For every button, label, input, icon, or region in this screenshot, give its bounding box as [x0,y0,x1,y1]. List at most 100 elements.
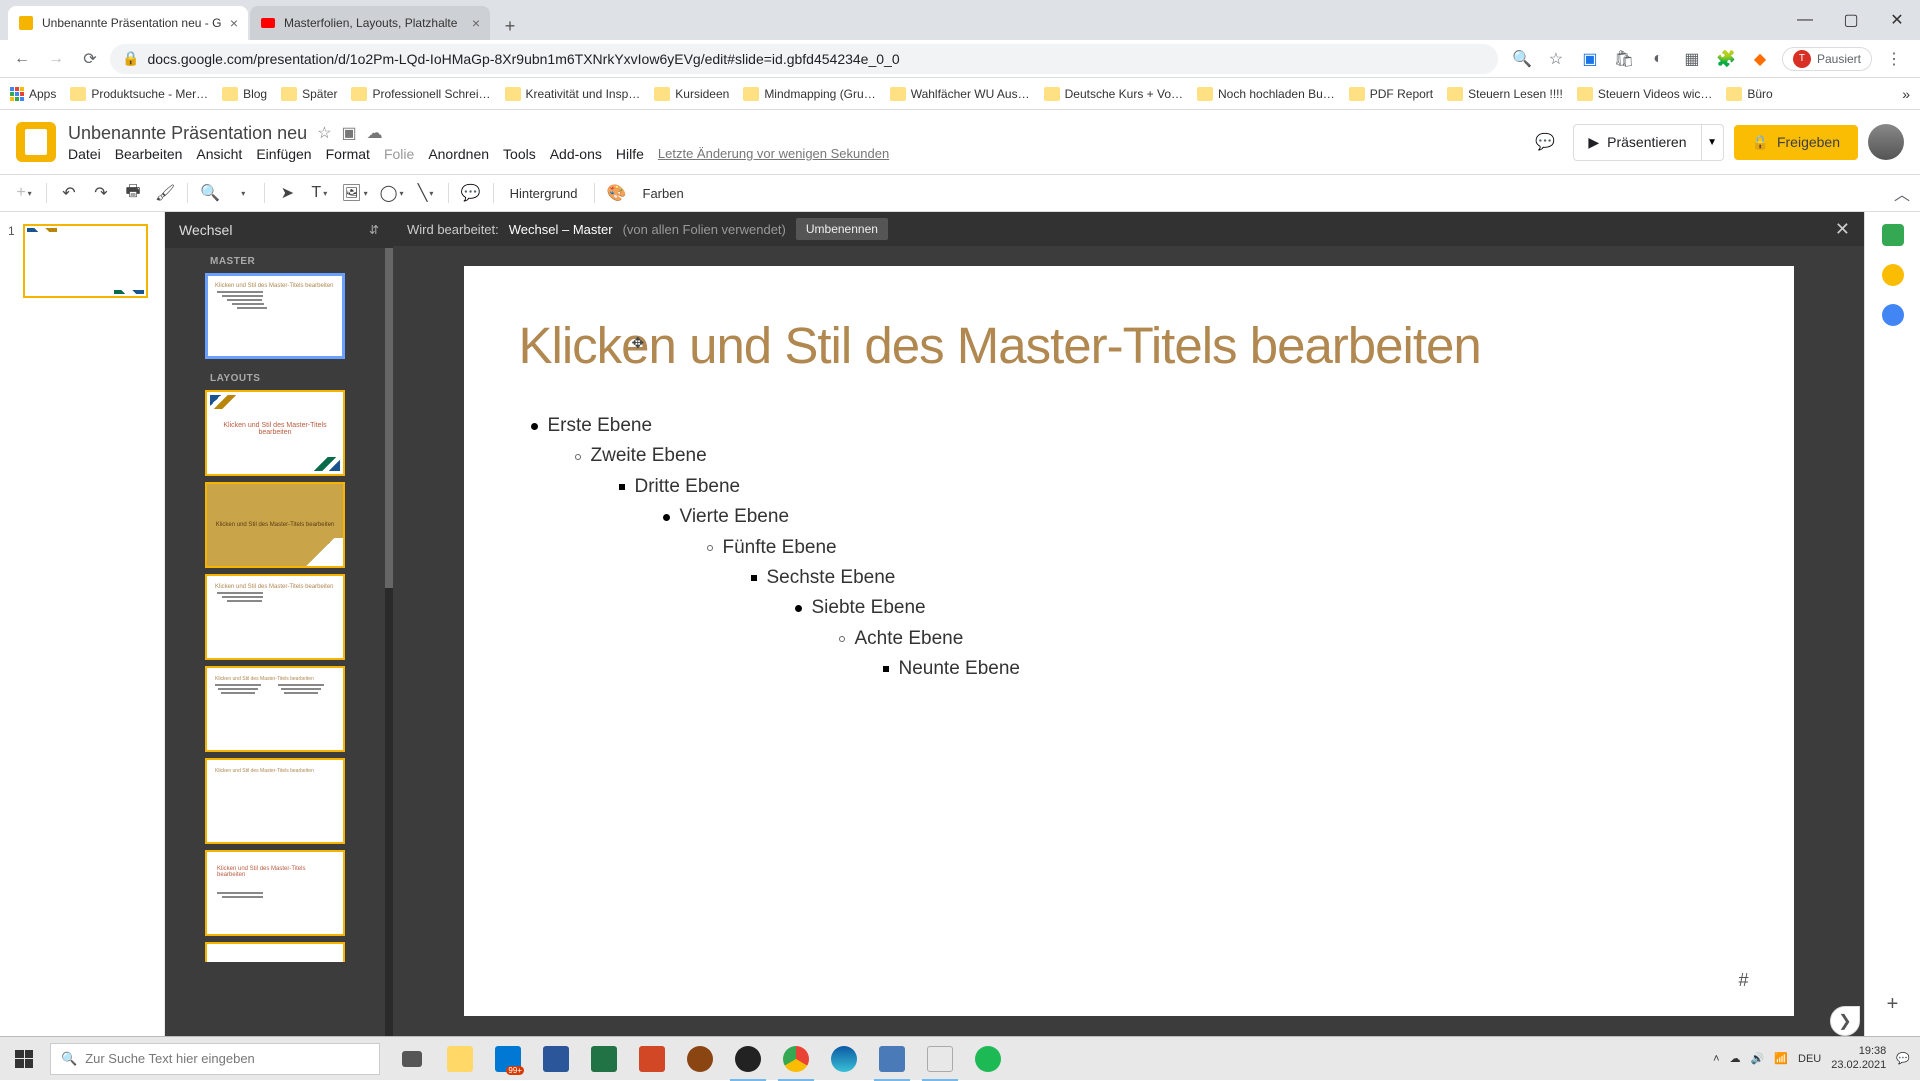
layout-thumbnail[interactable]: Klicken und Stil des Master-Titels bearb… [205,758,345,844]
extension-apps-icon[interactable]: ▦ [1680,47,1704,71]
document-title[interactable]: Unbenannte Präsentation neu [68,123,307,144]
bookmark-item[interactable]: Deutsche Kurs + Vo… [1044,87,1183,101]
reload-button[interactable]: ⟳ [76,45,104,73]
wifi-icon[interactable]: 📶 [1774,1052,1788,1065]
present-button[interactable]: ▶ Präsentieren [1573,124,1701,161]
menu-einfuegen[interactable]: Einfügen [256,146,311,162]
notifications-icon[interactable]: 💬 [1896,1052,1910,1065]
close-window-button[interactable]: ✕ [1874,0,1920,40]
theme-sort-icon[interactable]: ⇵ [369,223,379,237]
account-avatar[interactable] [1868,124,1904,160]
taskbar-clock[interactable]: 19:38 23.02.2021 [1831,1045,1886,1071]
master-thumbnail[interactable]: Klicken und Stil des Master-Titels bearb… [205,273,345,359]
tab-close-icon[interactable]: × [472,15,480,31]
add-addon-button[interactable]: + [1887,993,1899,1016]
paint-format-button[interactable]: 🖌 [151,179,179,207]
bookmark-item[interactable]: Produktsuche - Mer… [70,87,208,101]
taskbar-search[interactable]: 🔍 Zur Suche Text hier eingeben [50,1043,380,1075]
task-view-icon[interactable] [388,1037,436,1081]
bookmark-star-icon[interactable]: ☆ [1544,47,1568,71]
explore-button[interactable]: ❯ [1830,1006,1860,1036]
share-button[interactable]: 🔒 Freigeben [1734,125,1858,160]
app-blue-icon[interactable] [868,1037,916,1081]
bookmark-item[interactable]: Später [281,87,337,101]
file-explorer-icon[interactable] [436,1037,484,1081]
colors-button[interactable]: Farben [635,186,692,201]
menu-ansicht[interactable]: Ansicht [196,146,242,162]
url-field[interactable]: 🔒 docs.google.com/presentation/d/1o2Pm-L… [110,44,1498,74]
textbox-tool[interactable]: T [305,179,333,207]
bookmark-item[interactable]: Blog [222,87,267,101]
master-title-placeholder[interactable]: Klicken und Stil des Master-Titels bearb… [519,316,1739,375]
zoom-fit-button[interactable]: 🔍 [196,179,224,207]
spotify-icon[interactable] [964,1037,1012,1081]
menu-addons[interactable]: Add-ons [550,146,602,162]
zoom-dropdown[interactable] [228,179,256,207]
bookmark-item[interactable]: Kreativität und Insp… [505,87,641,101]
tasks-icon[interactable] [1882,304,1904,326]
back-button[interactable]: ← [8,45,36,73]
bookmark-item[interactable]: Steuern Lesen !!!! [1447,87,1563,101]
move-folder-icon[interactable]: ▣ [342,123,357,143]
slide-filmstrip[interactable]: 1 [0,212,165,1036]
redo-button[interactable]: ↷ [87,179,115,207]
menu-hilfe[interactable]: Hilfe [616,146,644,162]
layout-thumbnail[interactable]: Klicken und Stil des Master-Titels bearb… [205,482,345,568]
bookmark-item[interactable]: Büro [1726,87,1772,101]
menu-format[interactable]: Format [326,146,370,162]
obs-icon[interactable] [724,1037,772,1081]
layout-thumbnail[interactable]: Klicken und Stil des Master-Titels bearb… [205,850,345,936]
extension-grey-icon[interactable]: ◐ [1646,47,1670,71]
start-button[interactable] [0,1037,48,1081]
minimize-button[interactable]: — [1782,0,1828,40]
volume-icon[interactable]: 🔊 [1751,1052,1765,1065]
edge-icon[interactable] [820,1037,868,1081]
notepad-icon[interactable] [916,1037,964,1081]
language-indicator[interactable]: DEU [1798,1053,1821,1065]
panel-scrollbar[interactable] [385,248,393,1036]
calendar-icon[interactable] [1882,224,1904,246]
shape-tool[interactable]: ◯ [376,179,408,207]
browser-menu-icon[interactable]: ⋮ [1882,47,1906,71]
app-brown-icon[interactable] [676,1037,724,1081]
last-edit-text[interactable]: Letzte Änderung vor wenigen Sekunden [658,146,889,161]
undo-button[interactable]: ↶ [55,179,83,207]
present-dropdown[interactable]: ▼ [1702,124,1724,161]
bookmarks-overflow-icon[interactable]: » [1902,86,1910,102]
close-master-icon[interactable]: ✕ [1835,219,1850,240]
maximize-button[interactable]: ▢ [1828,0,1874,40]
layout-thumbnail[interactable]: Klicken und Stil des Master-Titels bearb… [205,574,345,660]
bookmark-item[interactable]: Wahlfächer WU Aus… [890,87,1030,101]
profile-paused-pill[interactable]: T Pausiert [1782,47,1872,71]
star-icon[interactable]: ☆ [317,123,331,143]
collapse-toolbar-icon[interactable]: ︿ [1894,181,1910,205]
bookmark-item[interactable]: Kursideen [654,87,729,101]
theme-header[interactable]: Wechsel ⇵ [165,212,393,248]
image-tool[interactable]: 🖼 [337,179,371,207]
excel-icon[interactable] [580,1037,628,1081]
chrome-icon[interactable] [772,1037,820,1081]
menu-datei[interactable]: Datei [68,146,101,162]
cloud-saved-icon[interactable]: ☁ [367,123,383,143]
zoom-icon[interactable]: 🔍 [1510,47,1534,71]
background-button[interactable]: Hintergrund [502,186,586,201]
bookmark-item[interactable]: Noch hochladen Bu… [1197,87,1335,101]
layout-thumbnail[interactable]: Klicken und Stil des Master-Titels bearb… [205,390,345,476]
forward-button[interactable]: → [42,45,70,73]
page-number-placeholder[interactable]: # [1738,970,1748,991]
word-icon[interactable] [532,1037,580,1081]
line-tool[interactable]: ╲ [412,179,440,207]
master-slide-canvas[interactable]: Klicken und Stil des Master-Titels bearb… [464,266,1794,1016]
menu-anordnen[interactable]: Anordnen [428,146,489,162]
rename-button[interactable]: Umbenennen [796,218,888,240]
browser-tab-active[interactable]: Unbenannte Präsentation neu - G × [8,6,248,40]
bookmark-item[interactable]: Mindmapping (Gru… [743,87,875,101]
powerpoint-icon[interactable] [628,1037,676,1081]
keep-icon[interactable] [1882,264,1904,286]
onedrive-icon[interactable]: ☁ [1730,1052,1741,1065]
layout-thumbnail[interactable]: Klicken und Stil des Master-Titels bearb… [205,666,345,752]
layout-thumbnail[interactable] [205,942,345,962]
new-tab-button[interactable]: + [496,12,524,40]
qr-icon[interactable]: ▣ [1578,47,1602,71]
apps-shortcut[interactable]: Apps [10,87,56,101]
